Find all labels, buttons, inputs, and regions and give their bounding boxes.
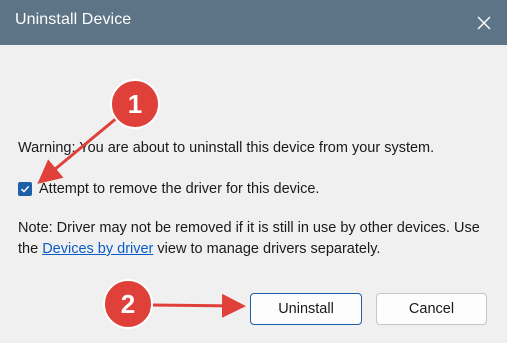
- dialog-title: Uninstall Device: [15, 11, 132, 28]
- remove-driver-checkbox[interactable]: [18, 182, 32, 196]
- dialog-content: Warning: You are about to uninstall this…: [0, 45, 507, 343]
- title-bar: Uninstall Device: [0, 0, 507, 45]
- note-text-end: view to manage drivers separately.: [153, 241, 381, 257]
- checkmark-icon: [20, 185, 30, 193]
- cancel-button[interactable]: Cancel: [376, 293, 487, 325]
- close-icon: [477, 16, 491, 29]
- note-text: Note: Driver may not be removed if it is…: [18, 218, 488, 260]
- warning-text: Warning: You are about to uninstall this…: [18, 140, 435, 156]
- uninstall-button[interactable]: Uninstall: [250, 293, 362, 325]
- remove-driver-option[interactable]: Attempt to remove the driver for this de…: [18, 181, 319, 197]
- close-button[interactable]: [461, 0, 507, 45]
- remove-driver-label: Attempt to remove the driver for this de…: [39, 181, 320, 197]
- uninstall-device-dialog: Uninstall Device Warning: You are about …: [0, 0, 507, 343]
- devices-by-driver-link[interactable]: Devices by driver: [42, 241, 153, 257]
